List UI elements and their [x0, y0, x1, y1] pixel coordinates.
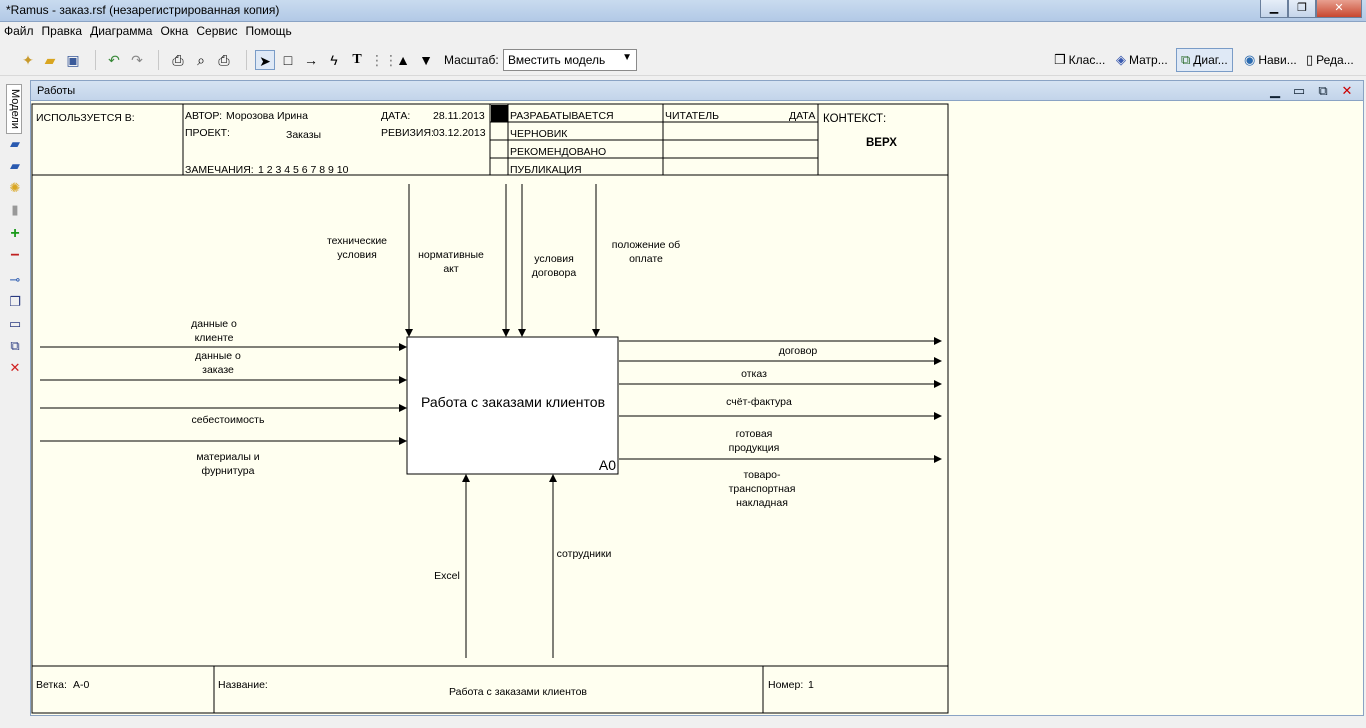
branch-value: A-0 [73, 679, 90, 691]
reader-date-label: ДАТА [789, 110, 815, 122]
output-label: товаро-транспортная накладная [729, 469, 796, 509]
name-value: Работа с заказами клиентов [449, 686, 587, 698]
status-developing: РАЗРАБАТЫВАЕТСЯ [510, 110, 614, 122]
input-label: данные о заказе [195, 350, 241, 376]
mechanism-label: Excel [434, 570, 460, 582]
status-publication: ПУБЛИКАЦИЯ [510, 164, 582, 176]
activity-name: Работа с заказами клиентов [421, 394, 605, 410]
idef0-diagram: ИСПОЛЬЗУЕТСЯ В: АВТОР: Морозова Ирина ПР… [31, 103, 949, 714]
date-label: ДАТА: [381, 110, 410, 122]
context-label: КОНТЕКСТ: [823, 113, 886, 125]
output-label: готовая продукция [729, 428, 780, 454]
input-label: себестоимость [192, 414, 265, 426]
output-label: отказ [741, 368, 767, 380]
project-value: Заказы [286, 129, 321, 141]
input-label: данные о клиенте [191, 318, 237, 344]
reader-label: ЧИТАТЕЛЬ [665, 110, 719, 122]
context-value: ВЕРХ [866, 137, 897, 149]
status-draft: ЧЕРНОВИК [510, 128, 568, 140]
used-in-label: ИСПОЛЬЗУЕТСЯ В: [36, 112, 135, 124]
control-label: технические условия [327, 235, 387, 261]
date-value: 28.11.2013 [433, 110, 485, 122]
output-label: договор [779, 345, 818, 357]
number-label: Номер: [768, 679, 803, 691]
branch-label: Ветка: [36, 679, 67, 691]
input-label: материалы и фурнитура [196, 451, 259, 477]
name-label: Название: [218, 679, 268, 691]
notes-value: 1 2 3 4 5 6 7 8 9 10 [258, 164, 349, 176]
output-label: счёт-фактура [726, 396, 792, 408]
revision-value: 03.12.2013 [433, 127, 486, 139]
control-label: положение об оплате [612, 239, 680, 265]
author-label: АВТОР: [185, 110, 222, 122]
project-label: ПРОЕКТ: [185, 127, 230, 139]
mechanism-label: сотрудники [557, 548, 612, 560]
control-label: нормативные акт [418, 249, 484, 275]
activity-number: A0 [599, 457, 616, 473]
control-label: условия договора [532, 253, 577, 279]
status-recommended: РЕКОМЕНДОВАНО [510, 146, 606, 158]
number-value: 1 [808, 679, 814, 691]
notes-label: ЗАМЕЧАНИЯ: [185, 164, 254, 176]
status-marker [491, 105, 508, 122]
revision-label: РЕВИЗИЯ: [381, 127, 434, 139]
author-value: Морозова Ирина [226, 110, 308, 122]
